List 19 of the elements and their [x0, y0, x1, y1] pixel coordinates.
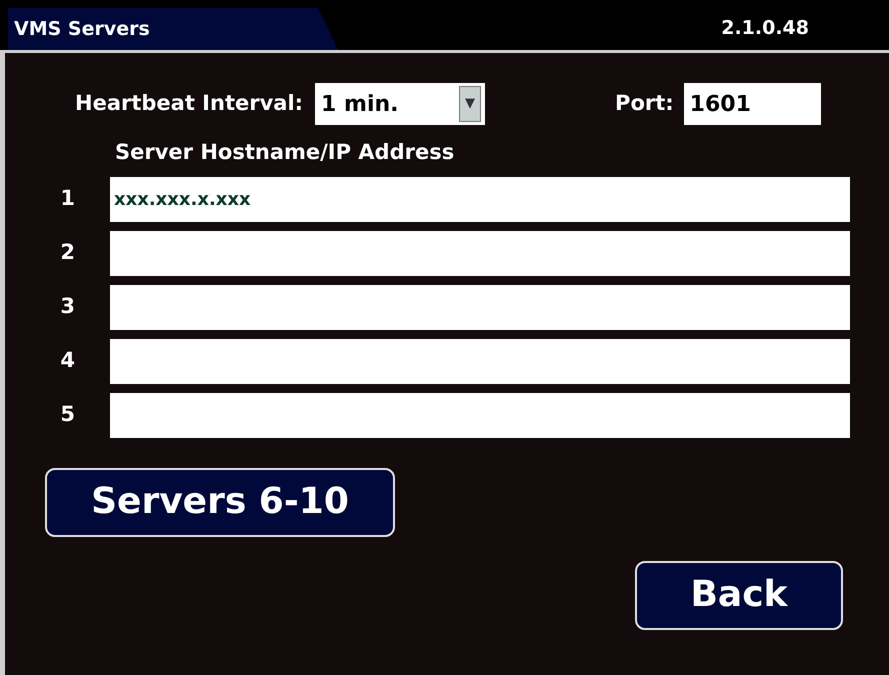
- servers-heading: Server Hostname/IP Address: [115, 139, 456, 166]
- row-number: 5: [59, 401, 76, 428]
- hostname-field[interactable]: xxx.xxx.x.xxx: [110, 176, 850, 222]
- port-field[interactable]: 1601: [684, 83, 821, 125]
- row-number: 1: [59, 185, 76, 212]
- hostname-field[interactable]: [110, 392, 850, 438]
- servers-page-button[interactable]: Servers 6-10: [45, 468, 395, 536]
- row-number: 3: [59, 293, 76, 320]
- version-label: 2.1.0.48: [721, 16, 809, 40]
- hostname-field[interactable]: [110, 230, 850, 276]
- hostname-field[interactable]: [110, 284, 850, 330]
- row-number: 4: [59, 347, 76, 374]
- tab[interactable]: VMS Servers: [8, 8, 338, 50]
- back-button[interactable]: Back: [635, 560, 843, 630]
- hostname-field[interactable]: [110, 338, 850, 384]
- heartbeat-label: Heartbeat Interval:: [75, 90, 304, 118]
- port-label: Port:: [615, 90, 674, 118]
- interval-dropdown[interactable]: 1 min. ▼: [315, 83, 486, 125]
- row-number: 2: [59, 239, 76, 266]
